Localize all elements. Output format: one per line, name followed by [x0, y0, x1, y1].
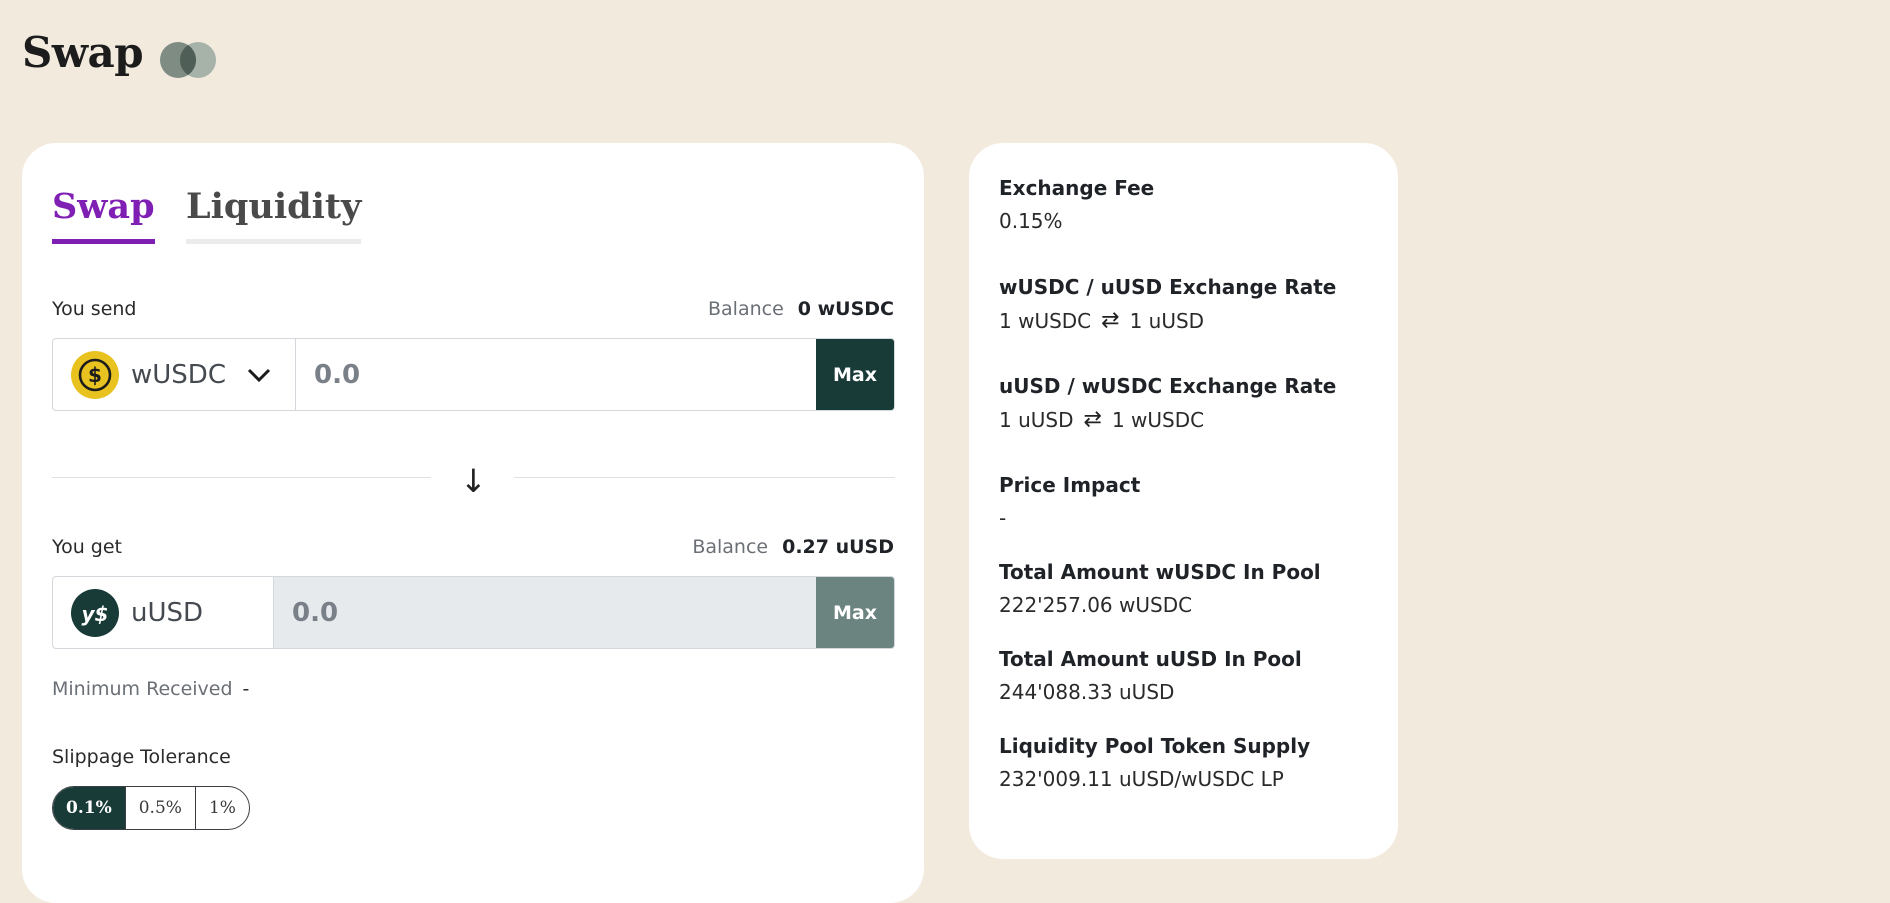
usdc-coin-icon: $	[71, 350, 119, 399]
lp-supply: Liquidity Pool Token Supply 232'009.11 u…	[999, 734, 1310, 791]
pool-uusd-value: 244'088.33 uUSD	[999, 680, 1175, 704]
minimum-received-label: Minimum Received	[52, 678, 233, 700]
get-balance-label: Balance	[692, 536, 769, 558]
exchange-fee-label: Exchange Fee	[999, 176, 1155, 200]
get-balance-value: 0.27 uUSD	[782, 536, 894, 558]
exchange-fee: Exchange Fee 0.15%	[999, 176, 1154, 233]
rate-uusd-wusdc-to: 1 wUSDC	[1111, 407, 1205, 432]
exchange-arrows-icon: ⇄	[1101, 308, 1120, 333]
rate-uusd-wusdc-value: 1 uUSD ⇄ 1 wUSDC	[999, 407, 1336, 432]
pool-wusdc: Total Amount wUSDC In Pool 222'257.06 wU…	[999, 560, 1321, 617]
minimum-received-value: -	[242, 678, 250, 700]
minimum-received: Minimum Received -	[52, 678, 249, 700]
slippage-option-0-1[interactable]: 0.1%	[53, 787, 125, 829]
rate-uusd-wusdc: uUSD / wUSDC Exchange Rate 1 uUSD ⇄ 1 wU…	[999, 374, 1336, 432]
get-amount-input	[274, 577, 816, 648]
send-label: You send	[52, 298, 137, 320]
send-balance-label: Balance	[708, 298, 784, 320]
rate-wusdc-uusd-label: wUSDC / uUSD Exchange Rate	[999, 275, 1337, 299]
exchange-arrows-icon: ⇄	[1083, 407, 1102, 432]
get-max-button: Max	[816, 577, 894, 648]
svg-text:y$: y$	[82, 602, 109, 626]
pool-wusdc-label: Total Amount wUSDC In Pool	[999, 560, 1321, 584]
lp-supply-value: 232'009.11 uUSD/wUSDC LP	[999, 767, 1284, 791]
chevron-down-icon	[247, 368, 271, 382]
tab-liquidity[interactable]: Liquidity	[186, 186, 362, 244]
send-input-row: $ wUSDC Max	[52, 338, 895, 411]
price-impact-value: -	[999, 506, 1007, 530]
slippage-option-0-5[interactable]: 0.5%	[124, 787, 195, 829]
rate-wusdc-uusd-value: 1 wUSDC ⇄ 1 uUSD	[999, 308, 1336, 333]
send-token-select[interactable]: $ wUSDC	[53, 339, 296, 410]
price-impact: Price Impact -	[999, 473, 1140, 530]
get-balance: Balance 0.27 uUSD	[692, 536, 894, 558]
rate-uusd-wusdc-label: uUSD / wUSDC Exchange Rate	[999, 374, 1337, 398]
get-input-row: y$ uUSD Max	[52, 576, 895, 649]
get-label: You get	[52, 536, 122, 558]
pool-uusd-label: Total Amount uUSD In Pool	[999, 647, 1302, 671]
price-impact-label: Price Impact	[999, 473, 1141, 497]
svg-text:$: $	[88, 363, 102, 387]
rate-wusdc-uusd: wUSDC / uUSD Exchange Rate 1 wUSDC ⇄ 1 u…	[999, 275, 1336, 333]
get-token-select[interactable]: y$ uUSD	[53, 577, 274, 648]
pool-wusdc-value: 222'257.06 wUSDC	[999, 593, 1193, 617]
send-amount-input[interactable]	[296, 339, 816, 410]
rate-wusdc-uusd-to: 1 uUSD	[1129, 308, 1205, 333]
slippage-label: Slippage Tolerance	[52, 746, 231, 768]
page-title: Swap	[22, 28, 144, 77]
divider-left	[52, 477, 431, 478]
rate-uusd-wusdc-from: 1 uUSD	[999, 407, 1074, 432]
rate-wusdc-uusd-from: 1 wUSDC	[999, 308, 1092, 333]
send-balance-value: 0 wUSDC	[797, 298, 894, 320]
slippage-option-1[interactable]: 1%	[194, 787, 249, 829]
lp-supply-label: Liquidity Pool Token Supply	[999, 734, 1311, 758]
tab-swap[interactable]: Swap	[52, 186, 155, 244]
get-token-name: uUSD	[131, 597, 204, 628]
exchange-fee-value: 0.15%	[999, 209, 1063, 233]
send-max-button[interactable]: Max	[816, 339, 894, 410]
send-token-name: wUSDC	[131, 359, 226, 390]
slippage-options: 0.1% 0.5% 1%	[52, 786, 250, 830]
overlapping-circles-logo-icon	[160, 42, 216, 78]
divider-right	[514, 477, 895, 478]
arrow-down-icon[interactable]: ↓	[460, 462, 487, 500]
pool-uusd: Total Amount uUSD In Pool 244'088.33 uUS…	[999, 647, 1302, 704]
uusd-coin-icon: y$	[71, 588, 119, 637]
send-balance: Balance 0 wUSDC	[708, 298, 894, 320]
